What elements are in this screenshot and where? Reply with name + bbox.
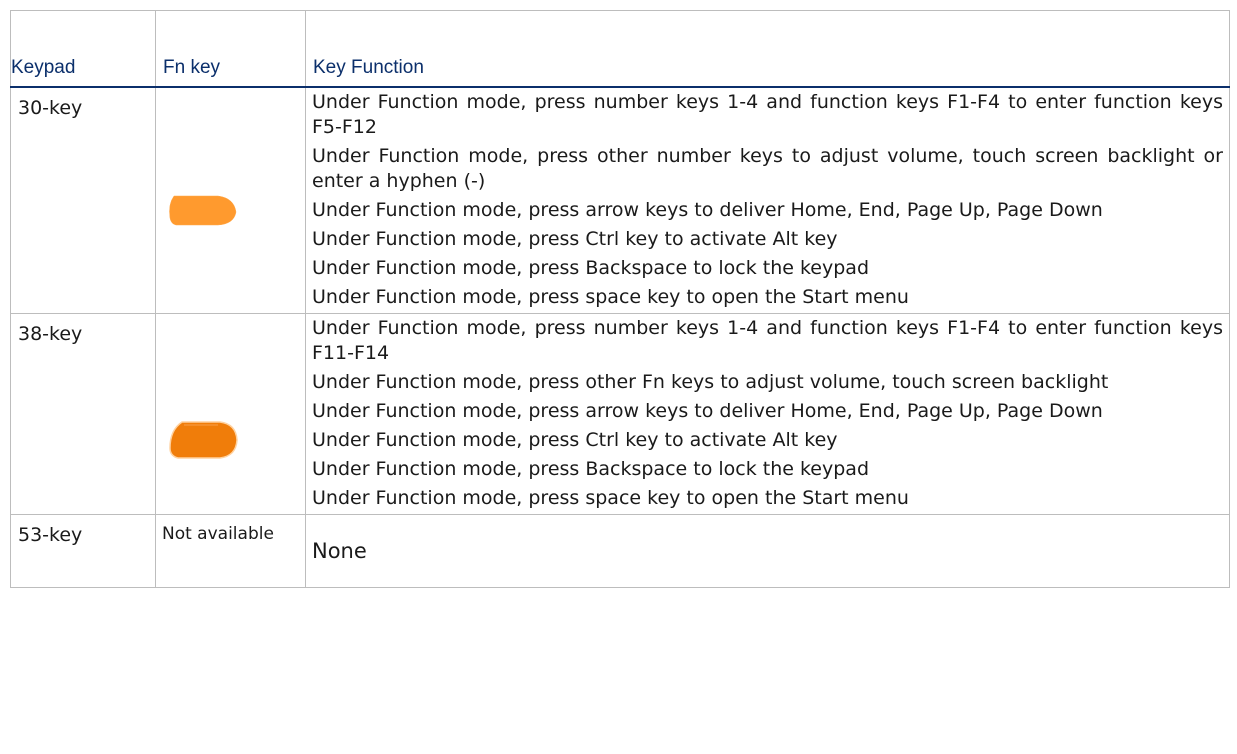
table-header-row: Keypad Fn key Key Function <box>10 10 1230 88</box>
function-item: Under Function mode, press Ctrl key to a… <box>312 429 838 451</box>
fn-key-not-available: Not available <box>155 514 306 588</box>
function-item: Under Function mode, press other Fn keys… <box>312 371 1109 393</box>
table-row: 53-key Not available None <box>10 514 1230 588</box>
keypad-cell: 53-key <box>10 514 156 588</box>
function-item: Under Function mode, press number keys 1… <box>312 91 1223 138</box>
function-item: Under Function mode, press arrow keys to… <box>312 199 1103 221</box>
fn-key-cell <box>155 313 306 515</box>
header-key-function: Key Function <box>305 10 1230 88</box>
function-item: Under Function mode, press arrow keys to… <box>312 400 1103 422</box>
orange-fn-key-icon <box>169 195 237 226</box>
table-row: 30-key Under Function mode, press number… <box>10 86 1230 314</box>
table-row: 38-key Under Function mode, press number… <box>10 313 1230 515</box>
orange-fn-key-icon <box>169 421 238 459</box>
function-list-cell: Under Function mode, press number keys 1… <box>305 313 1230 515</box>
header-keypad: Keypad <box>10 10 156 88</box>
header-fn-key: Fn key <box>155 10 306 88</box>
keypad-cell: 38-key <box>10 313 156 515</box>
function-list-cell: Under Function mode, press number keys 1… <box>305 86 1230 314</box>
function-item: Under Function mode, press Backspace to … <box>312 257 870 279</box>
function-item: Under Function mode, press other number … <box>312 145 1223 192</box>
function-item: Under Function mode, press number keys 1… <box>312 317 1223 364</box>
keypad-cell: 30-key <box>10 86 156 314</box>
function-none: None <box>305 514 1230 588</box>
function-item: Under Function mode, press space key to … <box>312 487 909 509</box>
function-item: Under Function mode, press Backspace to … <box>312 458 870 480</box>
fn-key-cell <box>155 86 306 314</box>
function-item: Under Function mode, press Ctrl key to a… <box>312 228 838 250</box>
function-item: Under Function mode, press space key to … <box>312 286 909 308</box>
keypad-function-table: Keypad Fn key Key Function 30-key Under … <box>10 10 1230 588</box>
